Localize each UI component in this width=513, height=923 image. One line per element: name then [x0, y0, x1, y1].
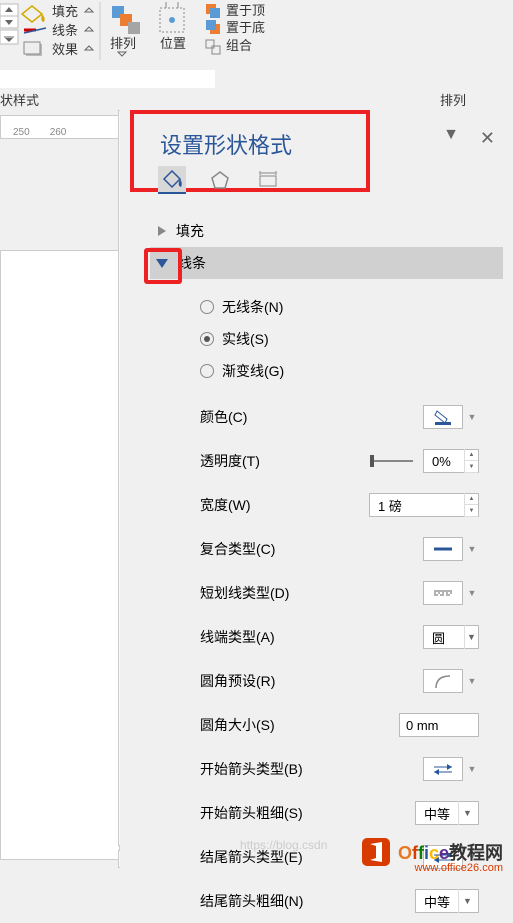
dropdown-caret[interactable]: ▼ [464, 625, 478, 649]
office-logo-icon [360, 836, 392, 868]
csdn-watermark: https://blog.csdn [240, 838, 327, 852]
radio-gradient-line[interactable]: 渐变线(G) [200, 355, 503, 387]
label-round-size: 圆角大小(S) [200, 715, 360, 735]
style-section-label: 状样式 [0, 90, 39, 109]
canvas-area[interactable] [0, 250, 120, 860]
section-line[interactable]: 线条 [150, 247, 503, 279]
ribbon-bring-front-label: 置于顶 [226, 3, 265, 18]
label-transparency: 透明度(T) [200, 451, 360, 471]
panel-tabs [158, 166, 282, 194]
radio-icon-checked [200, 332, 214, 346]
label-color: 颜色(C) [200, 407, 360, 427]
label-cap: 线端类型(A) [200, 627, 360, 647]
format-shape-panel: 设置形状格式 ▼ ✕ 填充 线条 无线条(N) 实线( [120, 110, 513, 876]
compound-picker[interactable] [423, 537, 463, 561]
width-value[interactable]: 1 磅 [370, 496, 464, 515]
panel-close-button[interactable]: ✕ [480, 128, 495, 149]
compound-line-icon [432, 544, 454, 554]
spin-up[interactable]: ▲ [465, 449, 478, 461]
transparency-value[interactable]: 0% [424, 454, 464, 469]
tab-fill-line[interactable] [158, 166, 186, 194]
pentagon-icon [209, 169, 231, 191]
dash-line-icon [432, 588, 454, 598]
section-fill[interactable]: 填充 [150, 215, 503, 247]
dropdown-caret[interactable]: ▼ [465, 757, 479, 781]
highlight-box-triangle [144, 248, 182, 284]
color-picker[interactable] [423, 405, 463, 429]
line-type-radios: 无线条(N) 实线(S) 渐变线(G) [200, 291, 503, 387]
ribbon-fill-label: 填充 [52, 4, 78, 19]
begin-arrow-type-picker[interactable] [423, 757, 463, 781]
spin-up[interactable]: ▲ [465, 493, 478, 505]
join-picker[interactable] [423, 669, 463, 693]
dash-picker[interactable] [423, 581, 463, 605]
arrow-type-icon [432, 763, 454, 775]
panel-menu-button[interactable]: ▼ [443, 126, 459, 144]
label-end-arrow-size: 结尾箭头粗细(N) [200, 891, 360, 911]
label-join: 圆角预设(R) [200, 671, 360, 691]
ribbon-line-label: 线条 [52, 23, 78, 38]
section-fill-label: 填充 [176, 221, 204, 241]
section-line-label: 线条 [178, 253, 206, 273]
panel-title: 设置形状格式 [160, 128, 292, 160]
end-arrow-size-value: 中等 [416, 892, 458, 911]
radio-solid-line[interactable]: 实线(S) [200, 323, 503, 355]
arrange-section-label: 排列 [440, 90, 466, 109]
label-begin-arrow-size: 开始箭头粗细(S) [200, 803, 360, 823]
dropdown-caret[interactable]: ▼ [465, 405, 479, 429]
begin-arrow-size-value: 中等 [416, 804, 458, 823]
ribbon-section: 填充 线条 效果 排列 位置 置于顶 置于底 组合 [0, 0, 298, 70]
spin-down[interactable]: ▼ [465, 505, 478, 517]
label-dash: 短划线类型(D) [200, 583, 360, 603]
round-join-icon [432, 672, 454, 690]
radio-no-line[interactable]: 无线条(N) [200, 291, 503, 323]
label-begin-arrow-type: 开始箭头类型(B) [200, 759, 360, 779]
ribbon-arrange-label: 排列 [110, 36, 136, 51]
size-icon [257, 169, 279, 191]
label-compound: 复合类型(C) [200, 539, 360, 559]
paint-bucket-icon [161, 168, 183, 190]
chevron-right-icon [158, 226, 166, 236]
ribbon-effect-label: 效果 [52, 42, 78, 57]
pen-color-icon [433, 409, 453, 425]
dropdown-caret[interactable]: ▼ [465, 581, 479, 605]
dropdown-caret[interactable]: ▼ [458, 801, 476, 825]
radio-icon [200, 300, 214, 314]
ribbon-group-label: 组合 [226, 38, 252, 53]
radio-icon [200, 364, 214, 378]
cap-value: 圆 [424, 628, 464, 647]
ribbon-position-label: 位置 [160, 36, 186, 51]
round-size-input[interactable] [399, 713, 479, 737]
tab-effects[interactable] [206, 166, 234, 194]
dropdown-caret[interactable]: ▼ [465, 537, 479, 561]
dropdown-caret[interactable]: ▼ [465, 669, 479, 693]
dropdown-caret[interactable]: ▼ [458, 889, 476, 913]
label-width: 宽度(W) [200, 495, 360, 515]
ribbon-send-back-label: 置于底 [226, 20, 265, 35]
watermark-url: www.office26.com [415, 862, 503, 874]
transparency-slider[interactable] [370, 460, 413, 462]
spin-down[interactable]: ▼ [465, 461, 478, 473]
ruler: 250 260 [0, 115, 120, 139]
tab-size[interactable] [254, 166, 282, 194]
